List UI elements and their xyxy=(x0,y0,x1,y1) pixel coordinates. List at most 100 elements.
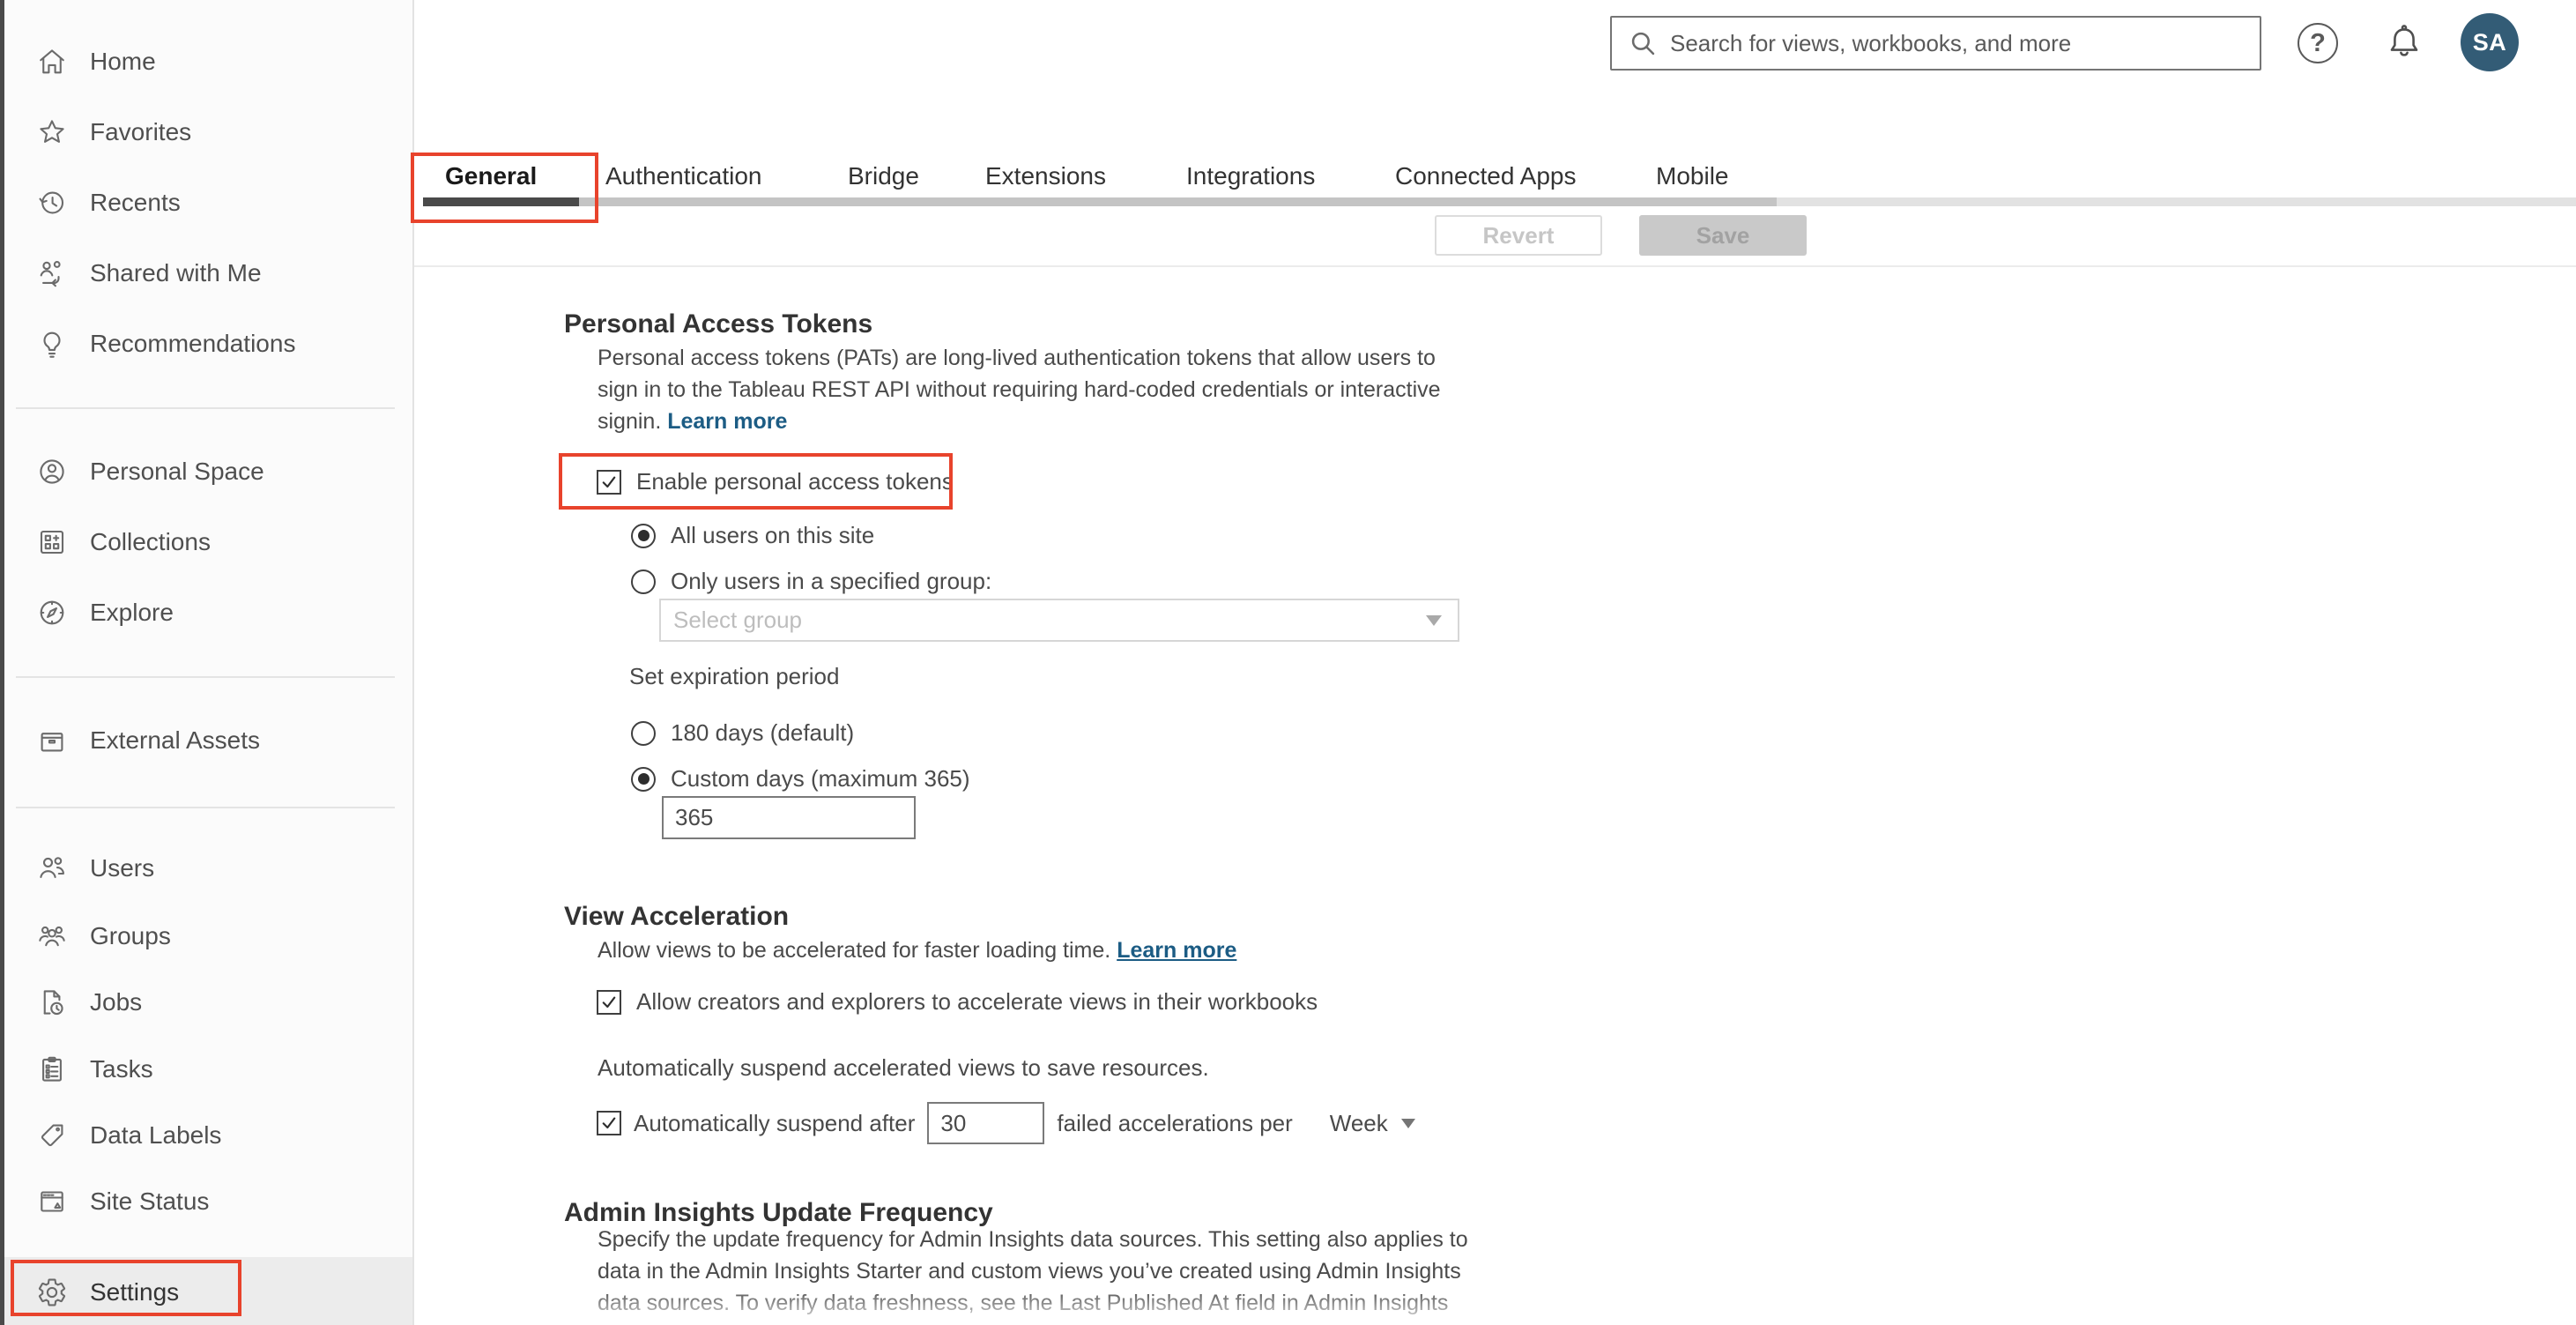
sidebar-item-label: Collections xyxy=(90,528,211,555)
avatar[interactable]: SA xyxy=(2461,13,2519,71)
shared-icon xyxy=(35,257,69,290)
specified-group-label: Only users in a specified group: xyxy=(671,568,992,594)
star-icon xyxy=(35,115,69,149)
sidebar-item-jobs[interactable]: Jobs xyxy=(0,969,414,1036)
view-acceleration-learn-more-link[interactable]: Learn more xyxy=(1117,938,1236,963)
failed-accelerations-input[interactable] xyxy=(927,1102,1045,1144)
sidebar-item-favorites[interactable]: Favorites xyxy=(0,99,414,166)
expiration-custom-row: Custom days (maximum 365) xyxy=(631,765,970,793)
sidebar-item-data-labels[interactable]: Data Labels xyxy=(0,1102,414,1169)
notifications-bell-icon[interactable] xyxy=(2383,19,2425,65)
search-input[interactable] xyxy=(1668,28,2260,58)
sidebar-item-external-assets[interactable]: External Assets xyxy=(0,707,414,774)
sidebar-item-label: Shared with Me xyxy=(90,259,262,287)
sidebar-divider xyxy=(16,407,395,409)
sidebar-item-label: External Assets xyxy=(90,726,260,754)
tag-icon xyxy=(35,1119,69,1152)
custom-days-input[interactable] xyxy=(662,796,916,839)
sidebar-item-settings[interactable]: Settings xyxy=(0,1259,414,1325)
help-icon[interactable]: ? xyxy=(2298,23,2338,63)
sidebar-item-groups[interactable]: Groups xyxy=(0,903,414,970)
sidebar-item-tasks[interactable]: Tasks xyxy=(0,1036,414,1103)
chevron-down-icon xyxy=(1400,1118,1415,1128)
enable-pat-label: Enable personal access tokens xyxy=(636,468,954,495)
sidebar-item-label: Users xyxy=(90,854,155,882)
gear-icon xyxy=(35,1276,69,1309)
active-tab-indicator xyxy=(423,197,579,206)
sidebar-item-label: Favorites xyxy=(90,118,192,145)
sidebar-item-label: Personal Space xyxy=(90,458,264,485)
person-circle-icon xyxy=(35,455,69,488)
sidebar: Home Favorites Recents Shared with Me Re… xyxy=(0,0,414,1325)
revert-button[interactable]: Revert xyxy=(1435,215,1602,256)
users-icon xyxy=(35,852,69,885)
tab-authentication[interactable]: Authentication xyxy=(605,162,761,190)
suspend-description: Automatically suspend accelerated views … xyxy=(598,1054,1209,1081)
lightbulb-icon xyxy=(35,327,69,361)
groups-icon xyxy=(35,919,69,953)
sidebar-item-explore[interactable]: Explore xyxy=(0,579,414,646)
save-button[interactable]: Save xyxy=(1639,215,1807,256)
enable-pat-row: Enable personal access tokens xyxy=(597,468,954,495)
sidebar-item-shared-with-me[interactable]: Shared with Me xyxy=(0,240,414,307)
sidebar-item-label: Tasks xyxy=(90,1055,153,1083)
sidebar-item-users[interactable]: Users xyxy=(0,835,414,902)
sidebar-item-recommendations[interactable]: Recommendations xyxy=(0,310,414,377)
period-select-value: Week xyxy=(1329,1109,1388,1136)
period-select-dropdown[interactable]: Week xyxy=(1330,1110,1415,1137)
sidebar-item-label: Recommendations xyxy=(90,330,296,357)
sidebar-item-label: Groups xyxy=(90,922,171,949)
all-users-label: All users on this site xyxy=(671,522,875,548)
sidebar-item-site-status[interactable]: Site Status xyxy=(0,1168,414,1235)
view-acceleration-description: Allow views to be accelerated for faster… xyxy=(598,938,1237,963)
tasks-icon xyxy=(35,1053,69,1086)
sidebar-item-personal-space[interactable]: Personal Space xyxy=(0,438,414,505)
tab-integrations[interactable]: Integrations xyxy=(1186,162,1315,190)
pat-learn-more-link[interactable]: Learn more xyxy=(667,409,787,434)
auto-suspend-checkbox[interactable] xyxy=(597,1111,621,1135)
expiration-180-radio[interactable] xyxy=(631,720,656,746)
archive-icon xyxy=(35,724,69,757)
content-divider xyxy=(414,265,2576,267)
expiration-180-row: 180 days (default) xyxy=(631,719,854,747)
sidebar-item-collections[interactable]: Collections xyxy=(0,509,414,576)
sidebar-item-label: Jobs xyxy=(90,988,143,1016)
pat-scope-all-users-row: All users on this site xyxy=(631,522,874,549)
sidebar-item-label: Settings xyxy=(90,1278,180,1306)
window-edge xyxy=(0,0,4,1325)
view-acceleration-title: View Acceleration xyxy=(564,901,790,931)
tab-connected-apps[interactable]: Connected Apps xyxy=(1395,162,1577,190)
chevron-down-icon xyxy=(1426,614,1442,626)
tab-extensions[interactable]: Extensions xyxy=(985,162,1106,190)
sidebar-item-recents[interactable]: Recents xyxy=(0,169,414,236)
tab-bridge[interactable]: Bridge xyxy=(848,162,919,190)
pat-scope-group-row: Only users in a specified group: xyxy=(631,568,991,595)
expiration-custom-label: Custom days (maximum 365) xyxy=(671,765,970,792)
collections-icon xyxy=(35,525,69,559)
sidebar-item-label: Site Status xyxy=(90,1187,210,1215)
allow-accelerate-label: Allow creators and explorers to accelera… xyxy=(636,988,1318,1015)
allow-accelerate-checkbox[interactable] xyxy=(597,989,621,1015)
expiration-period-label: Set expiration period xyxy=(629,663,840,689)
group-select-dropdown[interactable]: Select group xyxy=(659,599,1459,642)
tableau-site-settings-page: Home Favorites Recents Shared with Me Re… xyxy=(0,0,2576,1325)
compass-icon xyxy=(35,596,69,629)
recents-icon xyxy=(35,186,69,220)
tab-mobile[interactable]: Mobile xyxy=(1656,162,1728,190)
tab-general[interactable]: General xyxy=(445,162,537,190)
admin-insights-description: Specify the update frequency for Admin I… xyxy=(598,1227,1468,1315)
search-box xyxy=(1610,16,2261,71)
sidebar-item-label: Explore xyxy=(90,599,174,626)
site-status-icon xyxy=(35,1185,69,1218)
expiration-custom-radio[interactable] xyxy=(631,766,656,792)
tab-scrollbar-thumb[interactable] xyxy=(423,197,1777,206)
sidebar-item-label: Home xyxy=(90,48,156,75)
enable-pat-checkbox[interactable] xyxy=(597,469,621,495)
sidebar-item-home[interactable]: Home xyxy=(0,28,414,95)
jobs-icon xyxy=(35,986,69,1019)
specified-group-radio[interactable] xyxy=(631,569,656,594)
sidebar-item-label: Recents xyxy=(90,189,181,216)
group-select-placeholder: Select group xyxy=(673,607,802,633)
all-users-radio[interactable] xyxy=(631,523,656,548)
auto-suspend-suffix-label: failed accelerations per xyxy=(1057,1109,1293,1136)
